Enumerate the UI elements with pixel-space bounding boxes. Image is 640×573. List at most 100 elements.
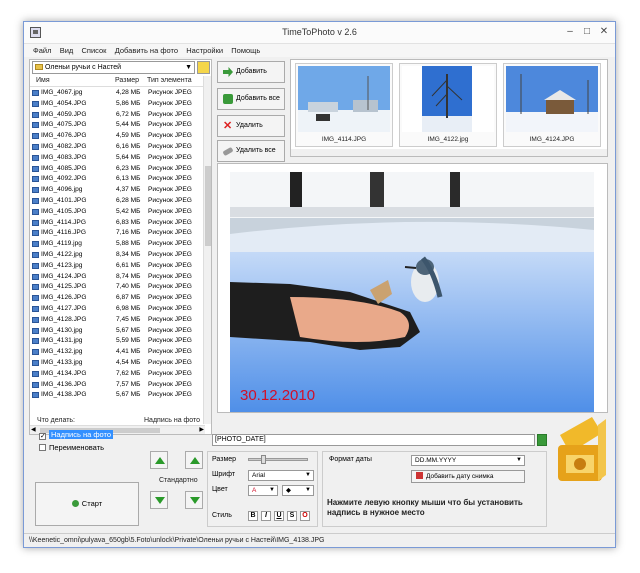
file-row[interactable]: IMG_4054.JPG 5,86 МБ Рисунок JPEG xyxy=(30,99,205,110)
file-type: Рисунок JPEG xyxy=(148,186,192,194)
add-all-button-label: Добавить все xyxy=(236,95,280,102)
thumbnail[interactable]: IMG_4114.JPG xyxy=(295,63,393,147)
file-row[interactable]: IMG_4085.JPG 6,23 МБ Рисунок JPEG xyxy=(30,164,205,175)
file-type: Рисунок JPEG xyxy=(148,391,192,399)
file-type: Рисунок JPEG xyxy=(148,337,192,345)
menu-view[interactable]: Вид xyxy=(57,44,77,57)
file-size: 6,23 МБ xyxy=(116,164,141,172)
browse-folder-button[interactable] xyxy=(197,61,210,74)
file-size: 7,40 МБ xyxy=(116,283,141,291)
file-row[interactable]: IMG_4138.JPG 5,67 МБ Рисунок JPEG xyxy=(30,390,205,401)
file-row[interactable]: IMG_4131.jpg 5,59 МБ Рисунок JPEG xyxy=(30,336,205,347)
add-shot-date-button[interactable]: Добавить дату снимка xyxy=(411,470,525,483)
app-window: TimeToPhoto v 2.6 – □ ✕ Файл Вид Список … xyxy=(23,21,616,548)
file-size: 8,74 МБ xyxy=(116,272,141,280)
file-row[interactable]: IMG_4119.jpg 5,88 МБ Рисунок JPEG xyxy=(30,239,205,250)
menu-help[interactable]: Помощь xyxy=(228,44,263,57)
rename-checkbox[interactable]: Переименовать xyxy=(39,443,104,453)
file-row[interactable]: IMG_4128.JPG 7,45 МБ Рисунок JPEG xyxy=(30,315,205,326)
delete-button[interactable]: ✕ Удалить xyxy=(217,115,285,137)
menu-file[interactable]: Файл xyxy=(30,44,54,57)
file-row[interactable]: IMG_4122.jpg 8,34 МБ Рисунок JPEG xyxy=(30,250,205,261)
move-down-left-button[interactable] xyxy=(150,491,168,509)
file-row[interactable]: IMG_4125.JPG 7,40 МБ Рисунок JPEG xyxy=(30,282,205,293)
bold-button[interactable]: B xyxy=(248,511,258,521)
shadow-button[interactable]: S xyxy=(287,511,297,521)
thumbnail-caption: IMG_4114.JPG xyxy=(321,136,367,143)
slider-knob[interactable] xyxy=(261,455,266,464)
file-name: IMG_4114.JPG xyxy=(41,218,86,226)
file-row[interactable]: IMG_4101.JPG 6,28 МБ Рисунок JPEG xyxy=(30,196,205,207)
preview-photo[interactable]: 30.12.2010 xyxy=(230,172,594,412)
file-size: 5,67 МБ xyxy=(116,391,141,399)
caption-text-input[interactable]: [PHOTO_DATE] xyxy=(212,434,535,446)
col-name[interactable]: Имя xyxy=(36,77,50,84)
fill-color-select[interactable]: ◆ ▼ xyxy=(282,485,314,496)
date-stamp-overlay[interactable]: 30.12.2010 xyxy=(240,387,315,404)
file-size: 6,87 МБ xyxy=(116,294,141,302)
file-row[interactable]: IMG_4092.JPG 6,13 МБ Рисунок JPEG xyxy=(30,174,205,185)
start-button[interactable]: Старт xyxy=(35,482,139,526)
image-file-icon xyxy=(32,338,39,345)
close-button[interactable]: ✕ xyxy=(597,25,611,39)
file-type: Рисунок JPEG xyxy=(148,272,192,280)
minimize-button[interactable]: – xyxy=(563,25,577,39)
file-row[interactable]: IMG_4082.JPG 6,16 МБ Рисунок JPEG xyxy=(30,142,205,153)
delete-all-button[interactable]: Удалить все xyxy=(217,140,285,162)
file-row[interactable]: IMG_4124.JPG 8,74 МБ Рисунок JPEG xyxy=(30,272,205,283)
file-row[interactable]: IMG_4067.jpg 4,28 МБ Рисунок JPEG xyxy=(30,88,205,99)
thumbnail[interactable]: IMG_4124.JPG xyxy=(503,63,601,147)
file-type: Рисунок JPEG xyxy=(148,229,192,237)
maximize-button[interactable]: □ xyxy=(580,25,594,39)
image-file-icon xyxy=(32,187,39,194)
file-row[interactable]: IMG_4116.JPG 7,16 МБ Рисунок JPEG xyxy=(30,228,205,239)
file-row[interactable]: IMG_4076.JPG 4,59 МБ Рисунок JPEG xyxy=(30,131,205,142)
file-row[interactable]: IMG_4123.jpg 6,61 МБ Рисунок JPEG xyxy=(30,261,205,272)
file-row[interactable]: IMG_4075.JPG 5,44 МБ Рисунок JPEG xyxy=(30,120,205,131)
file-row[interactable]: IMG_4133.jpg 4,54 МБ Рисунок JPEG xyxy=(30,358,205,369)
file-name: IMG_4131.jpg xyxy=(41,337,83,345)
todo-label: Что делать: xyxy=(37,417,75,424)
add-button[interactable]: Добавить xyxy=(217,61,285,83)
file-row[interactable]: IMG_4126.JPG 6,87 МБ Рисунок JPEG xyxy=(30,293,205,304)
file-row[interactable]: IMG_4130.jpg 5,67 МБ Рисунок JPEG xyxy=(30,326,205,337)
file-row[interactable]: IMG_4096.jpg 4,37 МБ Рисунок JPEG xyxy=(30,185,205,196)
thumbnail-hscroll[interactable] xyxy=(291,149,607,156)
file-name: IMG_4054.JPG xyxy=(41,99,87,107)
file-row[interactable]: IMG_4114.JPG 6,83 МБ Рисунок JPEG xyxy=(30,218,205,229)
underline-button[interactable]: U xyxy=(274,511,284,521)
image-file-icon xyxy=(32,197,39,204)
standard-label[interactable]: Стандартно xyxy=(159,477,198,484)
size-slider[interactable] xyxy=(248,455,308,464)
text-color-select[interactable]: A ▼ xyxy=(248,485,278,496)
file-row[interactable]: IMG_4105.JPG 5,42 МБ Рисунок JPEG xyxy=(30,207,205,218)
file-row[interactable]: IMG_4083.JPG 5,64 МБ Рисунок JPEG xyxy=(30,153,205,164)
col-size[interactable]: Размер xyxy=(115,77,139,84)
thumbnail[interactable]: IMG_4122.jpg xyxy=(399,63,497,147)
move-down-right-button[interactable] xyxy=(185,491,203,509)
move-up-left-button[interactable] xyxy=(150,451,168,469)
file-row[interactable]: IMG_4134.JPG 7,62 МБ Рисунок JPEG xyxy=(30,369,205,380)
image-file-icon xyxy=(32,230,39,237)
apply-caption-button[interactable] xyxy=(537,434,547,446)
add-all-button[interactable]: Добавить все xyxy=(217,88,285,110)
file-name: IMG_4059.JPG xyxy=(41,110,87,118)
menu-add-to-photo[interactable]: Добавить на фото xyxy=(112,44,181,57)
font-select[interactable]: Arial ▼ xyxy=(248,470,314,481)
date-format-select[interactable]: DD.MM.YYYY ▼ xyxy=(411,455,525,466)
folder-select[interactable]: Оленьи ручьи с Настей ▼ xyxy=(32,61,195,74)
file-row[interactable]: IMG_4132.jpg 4,41 МБ Рисунок JPEG xyxy=(30,347,205,358)
menu-list[interactable]: Список xyxy=(79,44,110,57)
photo-preview[interactable]: 30.12.2010 xyxy=(217,163,608,413)
file-list-vscroll[interactable] xyxy=(203,76,211,424)
file-row[interactable]: IMG_4136.JPG 7,57 МБ Рисунок JPEG xyxy=(30,380,205,391)
menu-settings[interactable]: Настройки xyxy=(183,44,226,57)
move-up-right-button[interactable] xyxy=(185,451,203,469)
col-type[interactable]: Тип элемента xyxy=(147,77,192,84)
stamp-checkbox[interactable]: ✓ Надпись на фото xyxy=(39,430,114,440)
file-row[interactable]: IMG_4127.JPG 6,98 МБ Рисунок JPEG xyxy=(30,304,205,315)
file-row[interactable]: IMG_4059.JPG 6,72 МБ Рисунок JPEG xyxy=(30,110,205,121)
file-size: 6,28 МБ xyxy=(116,196,141,204)
italic-button[interactable]: I xyxy=(261,511,271,521)
outline-button[interactable]: O xyxy=(300,511,310,521)
